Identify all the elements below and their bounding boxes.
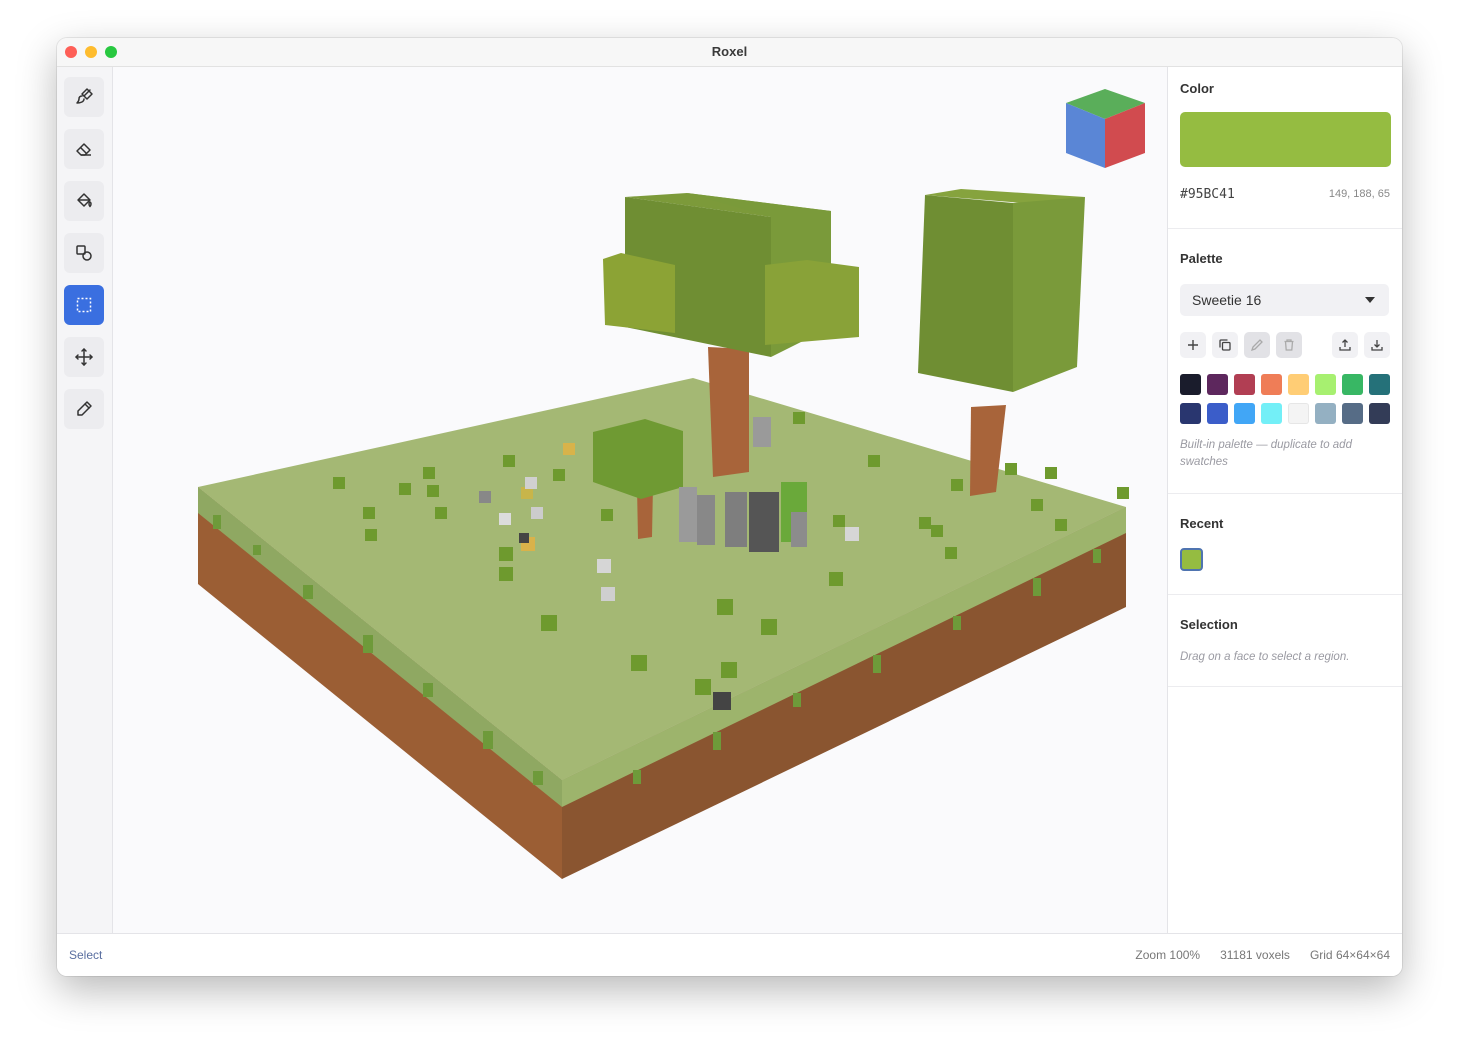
title-bar: Roxel: [57, 38, 1402, 67]
upload-icon: [1339, 339, 1351, 351]
color-hex-value[interactable]: #95BC41: [1180, 187, 1235, 202]
tree-trunk-center: [708, 347, 749, 477]
paint-bucket-icon: [77, 193, 92, 208]
delete-palette-button[interactable]: [1276, 332, 1302, 358]
eraser-tool[interactable]: [64, 129, 104, 169]
canopy-left-block: [603, 253, 675, 333]
palette-swatch[interactable]: [1315, 403, 1336, 424]
canopy-right-block: [765, 260, 859, 345]
paint-brush-icon: [76, 88, 93, 104]
voxel-viewport[interactable]: [113, 67, 1167, 934]
status-grid-size: Grid 64×64×64: [1309, 948, 1390, 962]
fill-tool[interactable]: [64, 181, 104, 221]
duplicate-icon: [1219, 339, 1231, 351]
brush-tool[interactable]: [64, 77, 104, 117]
recent-swatch[interactable]: [1180, 548, 1203, 571]
status-bar: Select Zoom 100% 31181 voxels Grid 64×64…: [57, 933, 1402, 976]
pencil-icon: [1250, 339, 1263, 352]
eraser-icon: [76, 143, 91, 156]
download-icon: [1371, 340, 1383, 351]
selection-section-title: Selection: [1180, 617, 1238, 632]
export-palette-button[interactable]: [1332, 332, 1358, 358]
color-section-title: Color: [1180, 81, 1214, 96]
selection-section: Selection Drag on a face to select a reg…: [1168, 595, 1402, 687]
import-palette-button[interactable]: [1364, 332, 1390, 358]
shapes-tool[interactable]: [64, 233, 104, 273]
canopy-right-side: [1013, 197, 1085, 392]
palette-swatch[interactable]: [1261, 403, 1282, 424]
chevron-down-icon: [1365, 297, 1375, 303]
palette-swatch[interactable]: [1234, 403, 1255, 424]
select-tool[interactable]: [64, 285, 104, 325]
recent-section: Recent: [1168, 494, 1402, 595]
shapes-icon: [76, 245, 92, 261]
palette-select[interactable]: Sweetie 16: [1180, 284, 1389, 316]
palette-swatch[interactable]: [1261, 374, 1282, 395]
palette-section-title: Palette: [1180, 251, 1223, 266]
color-rgb-value: 149, 188, 65: [1328, 188, 1390, 200]
palette-swatch[interactable]: [1369, 403, 1390, 424]
window-title: Roxel: [711, 44, 748, 59]
voxel-scene[interactable]: [113, 67, 1167, 934]
palette-swatch[interactable]: [1342, 374, 1363, 395]
eyedropper-tool[interactable]: [64, 389, 104, 429]
app-window: Roxel Color #95BC41 149, 188, 65 Palette…: [57, 38, 1402, 976]
palette-section: Palette Sweetie 16 Built-in palette — du…: [1168, 229, 1402, 494]
palette-select-value: Sweetie 16: [1192, 292, 1262, 308]
plus-icon: [1188, 340, 1198, 350]
recent-section-title: Recent: [1180, 516, 1224, 531]
palette-swatch[interactable]: [1288, 403, 1309, 424]
palette-swatch[interactable]: [1180, 403, 1201, 424]
status-mode: Select: [69, 948, 103, 962]
status-voxel-count: 31181 voxels: [1220, 948, 1290, 962]
current-color-swatch[interactable]: [1180, 112, 1391, 167]
palette-swatch[interactable]: [1180, 374, 1201, 395]
edit-palette-button[interactable]: [1244, 332, 1270, 358]
add-swatch-button[interactable]: [1180, 332, 1206, 358]
canopy-right-front: [918, 195, 1013, 392]
palette-swatch[interactable]: [1234, 374, 1255, 395]
palette-hint: Built-in palette — duplicate to add swat…: [1180, 439, 1352, 468]
selection-hint: Drag on a face to select a region.: [1180, 651, 1350, 663]
palette-swatch[interactable]: [1369, 374, 1390, 395]
palette-swatch[interactable]: [1207, 403, 1228, 424]
orientation-gizmo[interactable]: [1066, 89, 1145, 168]
palette-swatch[interactable]: [1207, 374, 1228, 395]
move-arrows-icon: [75, 348, 93, 366]
palette-swatch[interactable]: [1342, 403, 1363, 424]
color-section: Color #95BC41 149, 188, 65: [1168, 67, 1402, 229]
palette-swatch[interactable]: [1315, 374, 1336, 395]
duplicate-palette-button[interactable]: [1212, 332, 1238, 358]
tool-sidebar: [57, 67, 113, 934]
dashed-selection-icon: [76, 297, 92, 313]
eyedropper-icon: [77, 401, 92, 416]
move-tool[interactable]: [64, 337, 104, 377]
status-zoom: Zoom 100%: [1135, 948, 1201, 962]
trash-icon: [1284, 339, 1294, 351]
properties-panel: Color #95BC41 149, 188, 65 Palette Sweet…: [1167, 67, 1402, 934]
palette-swatch[interactable]: [1288, 374, 1309, 395]
